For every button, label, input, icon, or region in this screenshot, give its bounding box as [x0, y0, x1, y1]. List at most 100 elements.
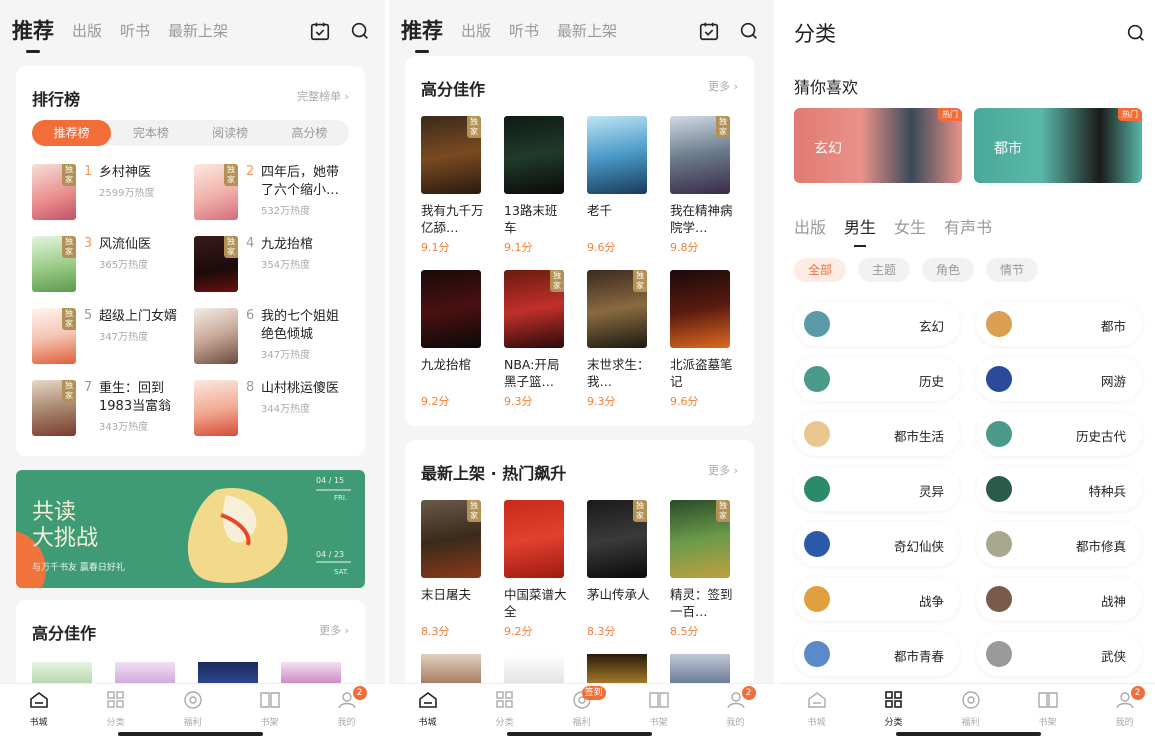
more-link[interactable]: 更多 ›	[708, 462, 738, 478]
chip-plot[interactable]: 情节	[986, 258, 1038, 282]
tab-bookshelf[interactable]: 书架	[231, 684, 308, 739]
heat-count: 354万热度	[261, 260, 311, 271]
tab-audiobook[interactable]: 听书	[120, 20, 150, 41]
seg-high-score[interactable]: 高分榜	[270, 120, 349, 146]
search-icon[interactable]	[1125, 22, 1147, 44]
ranking-item[interactable]: 独家 7 重生：回到1983当富翁 343万热度	[32, 380, 192, 444]
ranking-segments: 推荐榜 完本榜 阅读榜 高分榜	[32, 120, 349, 146]
genre-item[interactable]: 历史	[794, 357, 960, 401]
genre-item[interactable]: 都市生活	[794, 412, 960, 456]
tab-category[interactable]: 分类	[77, 684, 154, 739]
tab-new-releases[interactable]: 最新上架	[557, 20, 617, 41]
genre-item[interactable]: 灵异	[794, 467, 960, 511]
book-item[interactable]: 独家 我有九千万亿舔… 9.1分	[421, 116, 485, 255]
tab-bookstore[interactable]: 书城	[389, 684, 466, 739]
genre-item[interactable]: 特种兵	[976, 467, 1142, 511]
tab-welfare[interactable]: 签到 福利	[543, 684, 620, 739]
top-tab-bar: 推荐 出版 听书 最新上架	[389, 0, 774, 60]
book-item[interactable]: 九龙抬棺 9.2分	[421, 270, 485, 409]
book-item[interactable]: 北派盗墓笔记 9.6分	[670, 270, 734, 409]
genre-item[interactable]: 历史古代	[976, 412, 1142, 456]
more-link[interactable]: 更多 ›	[708, 78, 738, 94]
audience-tabs: 出版 男生 女生 有声书	[794, 214, 992, 247]
tab-bookshelf[interactable]: 书架	[1009, 684, 1086, 739]
calendar-check-icon[interactable]	[309, 20, 331, 42]
genre-item[interactable]: 奇幻仙侠	[794, 522, 960, 566]
tab-bookstore[interactable]: 书城	[0, 684, 77, 739]
genre-item[interactable]: 战争	[794, 577, 960, 621]
tab-publish[interactable]: 出版	[72, 20, 102, 41]
chip-all[interactable]: 全部	[794, 258, 846, 282]
tab-category[interactable]: 分类	[855, 684, 932, 739]
tab-bookshelf[interactable]: 书架	[620, 684, 697, 739]
seg-recommend[interactable]: 推荐榜	[32, 120, 112, 146]
ranking-item[interactable]: 独家 4 九龙抬棺 354万热度	[194, 236, 354, 300]
tab-bookstore[interactable]: 书城	[778, 684, 855, 739]
book-title: 茅山传承人	[587, 587, 650, 602]
more-link[interactable]: 更多 ›	[319, 622, 349, 638]
tab-recommend[interactable]: 推荐	[401, 15, 443, 53]
chip-role[interactable]: 角色	[922, 258, 974, 282]
ranking-item[interactable]: 6 我的七个姐姐绝色倾城 347万热度	[194, 308, 354, 372]
chip-theme[interactable]: 主题	[858, 258, 910, 282]
search-icon[interactable]	[349, 20, 371, 42]
book-item[interactable]: 13路末班车 9.1分	[504, 116, 568, 255]
ranking-item[interactable]: 独家 1 乡村神医 2599万热度	[32, 164, 192, 228]
genre-item[interactable]: 武侠	[976, 632, 1142, 676]
hot-category-card[interactable]: 都市 热门	[974, 108, 1142, 183]
full-ranking-link[interactable]: 完整榜单 ›	[297, 88, 349, 104]
book-item[interactable]: 独家 NBA:开局黑子篮… 9.3分	[504, 270, 568, 409]
genre-item[interactable]: 玄幻	[794, 302, 960, 346]
book-score: 9.1分	[421, 241, 450, 254]
genre-item[interactable]: 都市青春	[794, 632, 960, 676]
genre-item[interactable]: 都市修真	[976, 522, 1142, 566]
heat-count: 347万热度	[99, 332, 149, 343]
book-item[interactable]: 老千 9.6分	[587, 116, 651, 255]
tab-category[interactable]: 分类	[466, 684, 543, 739]
ranking-item[interactable]: 独家 2 四年后，她带了六个缩小… 532万热度	[194, 164, 354, 228]
tab-new-releases[interactable]: 最新上架	[168, 20, 228, 41]
tab-audiobook[interactable]: 听书	[509, 20, 539, 41]
hot-category-card[interactable]: 玄幻 热门	[794, 108, 962, 183]
calendar-check-icon[interactable]	[698, 20, 720, 42]
exclusive-tag: 独家	[633, 270, 647, 292]
genre-label: 历史古代	[1075, 429, 1126, 444]
book-item[interactable]: 独家 我在精神病院学… 9.8分	[670, 116, 734, 255]
book-cover	[670, 270, 730, 348]
tab-profile[interactable]: 2 我的	[1086, 684, 1155, 739]
exclusive-tag: 独家	[467, 500, 481, 522]
tab-publish[interactable]: 出版	[461, 20, 491, 41]
seg-completed[interactable]: 完本榜	[111, 120, 190, 146]
home-indicator	[507, 732, 652, 736]
book-item[interactable]: 独家 精灵：签到一百… 8.5分	[670, 500, 734, 639]
high-score-title: 高分佳作	[32, 624, 97, 643]
profile-badge: 2	[352, 686, 367, 700]
page-title: 分类	[794, 22, 836, 46]
book-cover: 独家	[670, 116, 730, 194]
book-item[interactable]: 独家 末日屠夫 8.3分	[421, 500, 485, 639]
genre-item[interactable]: 网游	[976, 357, 1142, 401]
exclusive-tag: 独家	[467, 116, 481, 138]
banner-end-day: SAT.	[334, 568, 349, 576]
seg-reading[interactable]: 阅读榜	[191, 120, 270, 146]
tab-welfare[interactable]: 福利	[154, 684, 231, 739]
book-item[interactable]: 中国菜谱大全 9.2分	[504, 500, 568, 639]
book-item[interactable]: 独家 茅山传承人 8.3分	[587, 500, 651, 639]
ranking-item[interactable]: 独家 5 超级上门女婿 347万热度	[32, 308, 192, 372]
genre-item[interactable]: 战神	[976, 577, 1142, 621]
genre-item[interactable]: 都市	[976, 302, 1142, 346]
book-item[interactable]: 独家 末世求生：我… 9.3分	[587, 270, 651, 409]
tab-welfare[interactable]: 福利	[932, 684, 1009, 739]
ranking-item[interactable]: 独家 3 风流仙医 365万热度	[32, 236, 192, 300]
tab-female[interactable]: 女生	[894, 214, 926, 238]
tab-profile[interactable]: 2 我的	[308, 684, 385, 739]
search-icon[interactable]	[738, 20, 760, 42]
grid-icon	[495, 691, 513, 708]
reading-challenge-banner[interactable]: 共读 大挑战 与万千书友 赢春日好礼 04 / 15 FRI. 04 / 23 …	[16, 470, 365, 588]
tab-publish[interactable]: 出版	[794, 214, 826, 238]
tab-male[interactable]: 男生	[844, 214, 876, 247]
tab-audiobook[interactable]: 有声书	[944, 214, 992, 238]
tab-recommend[interactable]: 推荐	[12, 15, 54, 53]
ranking-item[interactable]: 8 山村桃运傻医 344万热度	[194, 380, 354, 444]
tab-profile[interactable]: 2 我的	[697, 684, 774, 739]
